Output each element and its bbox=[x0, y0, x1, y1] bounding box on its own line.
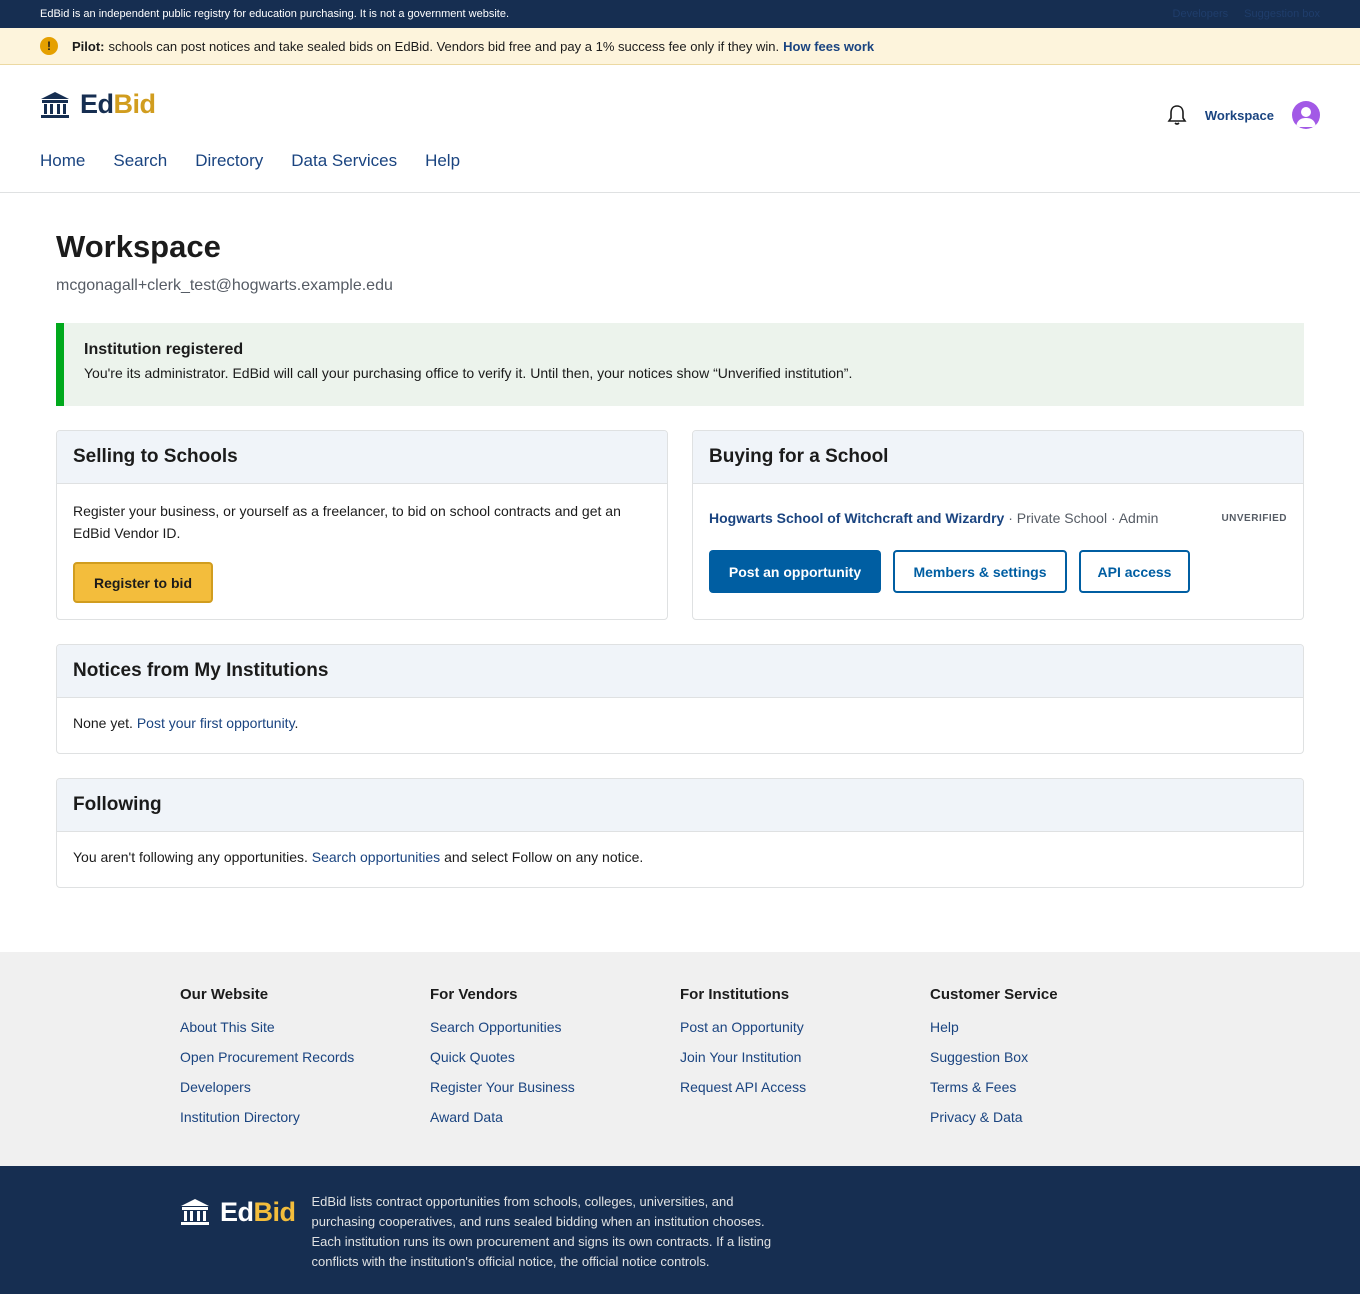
footer-link-post-opportunity[interactable]: Post an Opportunity bbox=[680, 1019, 930, 1035]
alert-body: You're its administrator. EdBid will cal… bbox=[84, 365, 853, 381]
footer-link-quick-quotes[interactable]: Quick Quotes bbox=[430, 1049, 680, 1065]
status-badge: UNVERIFIED bbox=[1221, 512, 1287, 524]
workspace-link[interactable]: Workspace bbox=[1205, 108, 1274, 123]
footer-description: EdBid lists contract opportunities from … bbox=[311, 1194, 772, 1269]
main-nav: Home Search Directory Data Services Help bbox=[40, 151, 460, 171]
following-card-body: You aren't following any opportunities. … bbox=[57, 832, 1303, 887]
following-suffix: and select Follow on any notice. bbox=[444, 849, 644, 865]
notices-card-title: Notices from My Institutions bbox=[57, 645, 1303, 698]
post-opportunity-button[interactable]: Post an opportunity bbox=[709, 550, 881, 593]
logo-bid: Bid bbox=[253, 1196, 297, 1227]
site-header: EdBid Workspace Home Search Directory Da… bbox=[0, 65, 1360, 193]
user-avatar-icon[interactable] bbox=[1292, 101, 1320, 129]
institution-building-icon bbox=[181, 1199, 209, 1225]
footer-link-suggestion-box[interactable]: Suggestion Box bbox=[930, 1049, 1180, 1065]
footer-link-open-records[interactable]: Open Procurement Records bbox=[180, 1049, 430, 1065]
footer-logo[interactable]: EdBid bbox=[180, 1194, 296, 1230]
notices-card: Notices from My Institutions None yet. P… bbox=[56, 644, 1304, 754]
top-link-developers[interactable]: Developers bbox=[1173, 8, 1229, 20]
footer-logo-wordmark: EdBid bbox=[220, 1197, 296, 1228]
institution-name-link[interactable]: Hogwarts School of Witchcraft and Wizard… bbox=[709, 510, 1004, 526]
top-utility-links: Developers Suggestion box bbox=[1173, 8, 1320, 20]
pilot-label: Pilot: bbox=[72, 38, 105, 54]
footer-link-search-opportunities[interactable]: Search Opportunities bbox=[430, 1019, 680, 1035]
footer-col-for-vendors: For Vendors Search Opportunities Quick Q… bbox=[430, 986, 680, 1166]
institution-actions: Post an opportunity Members & settings A… bbox=[709, 550, 1287, 593]
footer-link-developers[interactable]: Developers bbox=[180, 1079, 430, 1095]
following-card: Following You aren't following any oppor… bbox=[56, 778, 1304, 888]
institution-meta: · Private School · Admin bbox=[1004, 510, 1159, 526]
buying-card-title: Buying for a School bbox=[693, 431, 1303, 484]
selling-description: Register your business, or yourself as a… bbox=[73, 503, 621, 541]
pilot-text: schools can post notices and take sealed… bbox=[108, 38, 780, 54]
nav-help[interactable]: Help bbox=[425, 151, 460, 171]
notices-card-body: None yet. Post your first opportunity. bbox=[57, 698, 1303, 753]
bell-icon[interactable] bbox=[1167, 104, 1187, 126]
institution-building-icon bbox=[41, 91, 69, 118]
notices-empty-text: None yet. bbox=[73, 715, 133, 731]
logo-wordmark: EdBid bbox=[80, 89, 156, 120]
footer-link-register-business[interactable]: Register Your Business bbox=[430, 1079, 680, 1095]
members-settings-button[interactable]: Members & settings bbox=[893, 550, 1067, 593]
footer-heading: Customer Service bbox=[930, 986, 1058, 1003]
exclamation-icon: ! bbox=[40, 37, 58, 55]
footer-links: Our Website About This Site Open Procure… bbox=[0, 952, 1360, 1166]
following-card-title: Following bbox=[57, 779, 1303, 832]
top-notice-bar: EdBid is an independent public registry … bbox=[0, 0, 1360, 28]
search-opportunities-link[interactable]: Search opportunities bbox=[312, 849, 440, 865]
footer-link-about[interactable]: About This Site bbox=[180, 1019, 430, 1035]
selling-card-body: Register your business, or yourself as a… bbox=[57, 484, 667, 619]
main-content: Workspace mcgonagall+clerk_test@hogwarts… bbox=[0, 193, 1360, 952]
buying-card: Buying for a School Hogwarts School of W… bbox=[692, 430, 1304, 620]
footer-link-privacy[interactable]: Privacy & Data bbox=[930, 1109, 1180, 1125]
footer-link-join-institution[interactable]: Join Your Institution bbox=[680, 1049, 930, 1065]
site-logo[interactable]: EdBid bbox=[40, 89, 156, 120]
footer-heading: Our Website bbox=[180, 986, 269, 1003]
page-title: Workspace bbox=[56, 229, 221, 264]
footer-link-help[interactable]: Help bbox=[930, 1019, 1180, 1035]
header-actions: Workspace bbox=[1167, 101, 1320, 129]
notices-suffix: . bbox=[294, 715, 299, 731]
nav-data-services[interactable]: Data Services bbox=[291, 151, 397, 171]
footer-link-terms-fees[interactable]: Terms & Fees bbox=[930, 1079, 1180, 1095]
footer-link-request-api[interactable]: Request API Access bbox=[680, 1079, 930, 1095]
selling-card: Selling to Schools Register your busines… bbox=[56, 430, 668, 620]
footer-col-our-website: Our Website About This Site Open Procure… bbox=[180, 986, 430, 1166]
post-first-opportunity-link[interactable]: Post your first opportunity bbox=[137, 715, 295, 731]
top-notice-text: EdBid is an independent public registry … bbox=[40, 8, 509, 20]
alert-title: Institution registered bbox=[84, 341, 244, 358]
footer-col-for-institutions: For Institutions Post an Opportunity Joi… bbox=[680, 986, 930, 1166]
nav-search[interactable]: Search bbox=[113, 151, 167, 171]
top-link-suggestion-box[interactable]: Suggestion box bbox=[1244, 8, 1320, 20]
footer-link-institution-directory[interactable]: Institution Directory bbox=[180, 1109, 430, 1125]
logo-bid: Bid bbox=[113, 89, 157, 119]
register-to-bid-button[interactable]: Register to bid bbox=[73, 562, 213, 603]
selling-card-title: Selling to Schools bbox=[57, 431, 667, 484]
pilot-banner: ! Pilot: schools can post notices and ta… bbox=[0, 28, 1360, 65]
institution-row: Hogwarts School of Witchcraft and Wizard… bbox=[709, 510, 1287, 526]
logo-ed: Ed bbox=[80, 89, 114, 119]
nav-directory[interactable]: Directory bbox=[195, 151, 263, 171]
footer-col-customer-service: Customer Service Help Suggestion Box Ter… bbox=[930, 986, 1180, 1166]
footer-heading: For Institutions bbox=[680, 986, 790, 1003]
footer-link-award-data[interactable]: Award Data bbox=[430, 1109, 680, 1125]
footer-bottom: EdBid EdBid lists contract opportunities… bbox=[0, 1166, 1360, 1294]
footer-heading: For Vendors bbox=[430, 986, 518, 1003]
api-access-button[interactable]: API access bbox=[1079, 550, 1190, 593]
role-cards: Selling to Schools Register your busines… bbox=[56, 430, 1304, 620]
user-email: mcgonagall+clerk_test@hogwarts.example.e… bbox=[56, 277, 393, 294]
success-alert: Institution registered You're its admini… bbox=[56, 323, 1304, 406]
how-fees-work-link[interactable]: How fees work bbox=[783, 39, 874, 54]
following-empty-text: You aren't following any opportunities. bbox=[73, 849, 308, 865]
buying-card-body: Hogwarts School of Witchcraft and Wizard… bbox=[693, 484, 1303, 609]
logo-ed: Ed bbox=[220, 1196, 254, 1227]
nav-home[interactable]: Home bbox=[40, 151, 85, 171]
